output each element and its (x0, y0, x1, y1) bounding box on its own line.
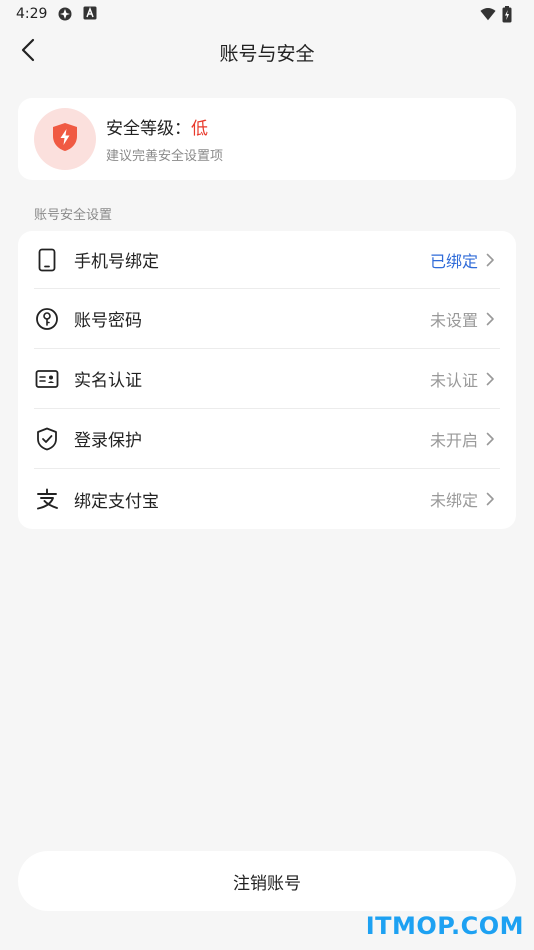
security-level-badge (34, 108, 96, 170)
a-badge-icon (83, 6, 99, 22)
deactivate-account-button[interactable]: 注销账号 (18, 851, 516, 911)
security-level-card: 安全等级：低 建议完善安全设置项 (18, 98, 516, 180)
chevron-right-icon (486, 372, 500, 386)
settings-row-label: 账号密码 (74, 311, 142, 331)
settings-row-status: 未认证 (429, 370, 478, 390)
settings-row-login-protection[interactable]: 登录保护 未开启 (34, 409, 500, 469)
settings-row-status: 未开启 (429, 430, 478, 450)
id-card-icon (34, 366, 60, 392)
section-label: 账号安全设置 (34, 208, 113, 223)
chevron-right-icon (486, 253, 500, 267)
security-level-label: 安全等级： (106, 119, 191, 139)
settings-icon (57, 6, 73, 22)
settings-row-label: 登录保护 (74, 431, 142, 451)
settings-list: 手机号绑定 已绑定 账号密码 未设置 实名认证 未认证 登录保护 未开启 绑定支… (18, 231, 516, 529)
key-icon (34, 306, 60, 332)
settings-row-label: 实名认证 (74, 371, 142, 391)
chevron-right-icon (486, 312, 500, 326)
settings-row-real-name[interactable]: 实名认证 未认证 (34, 349, 500, 409)
settings-row-status: 未绑定 (429, 491, 478, 510)
battery-icon (502, 6, 518, 23)
header: 账号与安全 (0, 28, 534, 76)
watermark: ITMOP.COM (365, 912, 524, 940)
settings-row-status: 已绑定 (429, 251, 478, 271)
security-level-value: 低 (191, 119, 208, 139)
settings-row-alipay[interactable]: 绑定支付宝 未绑定 (34, 469, 500, 529)
shield-check-icon (34, 426, 60, 452)
security-level-hint: 建议完善安全设置项 (106, 149, 224, 164)
settings-row-label: 绑定支付宝 (74, 491, 159, 512)
chevron-right-icon (486, 492, 500, 506)
phone-icon (34, 247, 60, 273)
chevron-right-icon (486, 432, 500, 446)
settings-row-password[interactable]: 账号密码 未设置 (34, 289, 500, 349)
wifi-icon (480, 6, 496, 22)
alipay-icon (34, 486, 60, 512)
chevron-left-icon (21, 38, 35, 66)
status-bar: 4:29 (0, 0, 534, 28)
back-button[interactable] (14, 38, 42, 66)
status-time: 4:29 (16, 6, 48, 22)
page-title: 账号与安全 (219, 42, 315, 65)
settings-row-status: 未设置 (429, 310, 478, 330)
settings-row-phone[interactable]: 手机号绑定 已绑定 (34, 231, 500, 289)
shield-lightning-icon (51, 122, 79, 156)
settings-row-label: 手机号绑定 (74, 252, 159, 272)
